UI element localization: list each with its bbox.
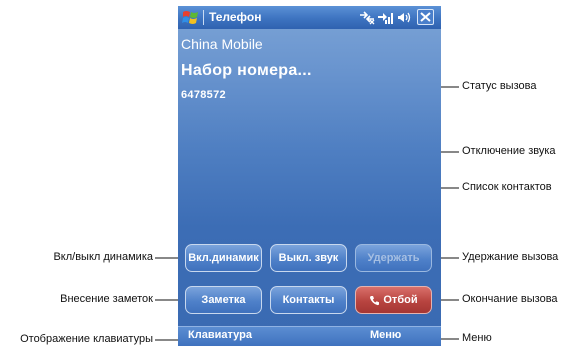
callout-hold: Удержание вызова <box>462 251 559 263</box>
callout-mute: Отключение звука <box>462 145 556 157</box>
mute-button[interactable]: Выкл. звук <box>270 244 347 272</box>
carrier-name: China Mobile <box>181 36 263 52</box>
close-icon <box>420 12 431 22</box>
signal-strength-icon[interactable] <box>377 9 395 26</box>
windows-start-icon[interactable] <box>182 9 200 25</box>
callout-note: Внесение заметок <box>60 293 153 305</box>
volume-icon[interactable] <box>397 9 414 26</box>
hold-button[interactable]: Удержать <box>355 244 432 272</box>
note-button[interactable]: Заметка <box>185 286 262 314</box>
speaker-toggle-button[interactable]: Вкл.динамик <box>185 244 262 272</box>
phone-screen: Телефон China Mobile Набор номера... 647… <box>178 6 441 346</box>
connectivity-icon[interactable] <box>358 9 376 26</box>
app-title: Телефон <box>209 10 262 24</box>
end-call-button[interactable]: Отбой <box>355 286 432 314</box>
call-status-text: Набор номера... <box>181 62 312 79</box>
phone-handset-icon <box>370 295 380 305</box>
callout-end-call: Окончание вызова <box>462 293 558 305</box>
status-divider <box>203 10 204 25</box>
callout-contacts: Список контактов <box>462 181 552 193</box>
dialed-number: 6478572 <box>181 89 226 101</box>
callout-speaker: Вкл/выкл динамика <box>53 251 153 263</box>
status-bar: Телефон <box>178 6 441 29</box>
contacts-button[interactable]: Контакты <box>270 286 347 314</box>
callout-call-status: Статус вызова <box>462 80 537 92</box>
menu-softkey[interactable]: Меню <box>370 329 401 341</box>
callout-menu: Меню <box>462 332 492 344</box>
callout-keypad: Отображение клавиатуры <box>20 333 153 345</box>
keypad-softkey[interactable]: Клавиатура <box>188 329 252 341</box>
figure-canvas: Телефон China Mobile Набор номера... 647… <box>0 0 572 350</box>
end-call-label: Отбой <box>383 294 418 306</box>
softkey-bar: Клавиатура Меню <box>178 326 441 346</box>
close-button[interactable] <box>417 9 434 25</box>
